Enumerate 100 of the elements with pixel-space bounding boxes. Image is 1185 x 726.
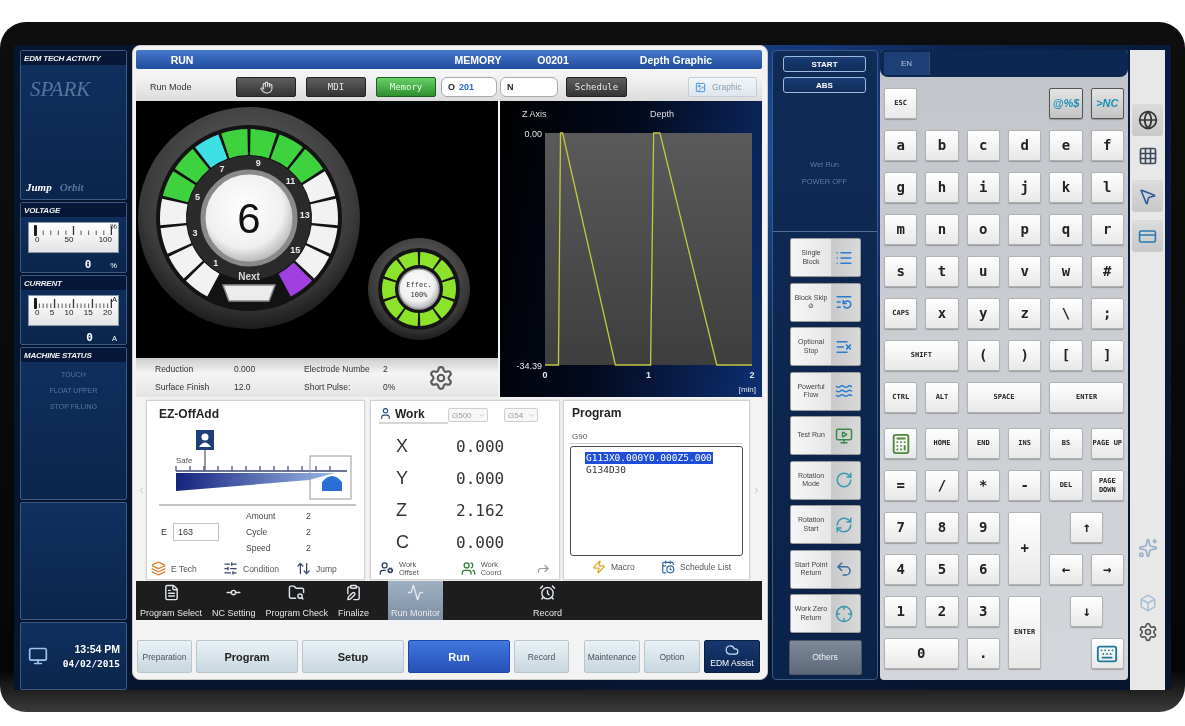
keyboard-toggle-key[interactable]	[1090, 638, 1124, 669]
action-button[interactable]: Schedule List	[661, 556, 732, 577]
action-button[interactable]: Macro	[592, 556, 657, 577]
keyboard-key[interactable]: )	[1008, 340, 1042, 371]
keyboard-key[interactable]: 1	[884, 596, 918, 627]
gauge-number: 9	[255, 158, 261, 169]
toggle-button[interactable]: ABS	[783, 77, 866, 93]
keyboard-key[interactable]: l	[1090, 172, 1124, 203]
keyboard-key[interactable]: =	[884, 470, 918, 501]
action-button[interactable]: Jump	[296, 558, 337, 579]
function-button[interactable]: Record	[530, 581, 565, 620]
utility-tab[interactable]: Maintenance	[584, 640, 640, 673]
mode-button[interactable]: MDI	[306, 77, 366, 97]
keyboard-key[interactable]: u	[966, 256, 1000, 287]
keyboard-key[interactable]: ]	[1090, 340, 1124, 371]
keyboard-key[interactable]: c	[966, 130, 1000, 161]
keyboard-key[interactable]: +	[1008, 512, 1042, 585]
program-number-field[interactable]: O 201	[441, 77, 497, 97]
keyboard-key[interactable]: 5	[925, 554, 959, 585]
keyboard-key[interactable]: m	[884, 214, 918, 245]
keyboard-key[interactable]: d	[1008, 130, 1042, 161]
panel-title: VOLTAGE	[21, 203, 126, 217]
keyboard-key[interactable]: *	[966, 470, 1000, 501]
keyboard-key[interactable]: q	[1049, 214, 1083, 245]
arrow-key[interactable]: ←	[1049, 554, 1083, 585]
mode-tab[interactable]: Record	[514, 640, 569, 673]
sequence-number-field[interactable]: N	[500, 77, 558, 97]
keyboard-key[interactable]: [	[1049, 340, 1083, 371]
arrow-key[interactable]: ↓	[1070, 596, 1104, 627]
keyboard-key[interactable]: j	[1008, 172, 1042, 203]
keyboard-key[interactable]: 6	[966, 554, 1000, 585]
keyboard-key[interactable]: n	[925, 214, 959, 245]
function-button[interactable]: Finalize	[335, 581, 373, 620]
schedule-button[interactable]: Schedule	[566, 77, 627, 97]
keyboard-key[interactable]: (	[966, 340, 1000, 371]
function-button[interactable]: Program Select	[137, 581, 206, 620]
arrow-key[interactable]: ↑	[1070, 512, 1104, 543]
keyboard-key[interactable]: -	[1008, 470, 1042, 501]
keyboard-key[interactable]: k	[1049, 172, 1083, 203]
keyboard-key[interactable]: y	[966, 298, 1000, 329]
settings-icon[interactable]	[428, 365, 454, 391]
function-button[interactable]: NC Setting	[209, 581, 259, 620]
scale-label: 10	[64, 309, 74, 317]
keyboard-key[interactable]: v	[1008, 256, 1042, 287]
keyboard-key[interactable]: s	[884, 256, 918, 287]
keyboard-key[interactable]: 7	[884, 512, 918, 543]
keyboard-key[interactable]: #	[1090, 256, 1124, 287]
arrow-key[interactable]: →	[1090, 554, 1124, 585]
meter-reading: 0	[86, 331, 93, 344]
mode-tab[interactable]: Setup	[302, 640, 404, 673]
card-icon[interactable]	[1132, 220, 1163, 252]
gauge-number: 11	[285, 175, 296, 186]
keyboard-key[interactable]: g	[884, 172, 918, 203]
keyboard-key[interactable]: b	[925, 130, 959, 161]
keyboard-key[interactable]: x	[925, 298, 959, 329]
info-value: 0%	[383, 382, 397, 392]
keyboard-key[interactable]: i	[966, 172, 1000, 203]
others-button[interactable]: Others	[788, 639, 862, 675]
utility-tab[interactable]: Option	[644, 640, 700, 673]
keyboard-key[interactable]: f	[1090, 130, 1124, 161]
program-line[interactable]: G134D30	[585, 464, 628, 476]
mode-tab[interactable]: Run	[408, 640, 510, 673]
caret-icon	[528, 411, 535, 419]
toggle-button[interactable]: START	[783, 56, 866, 72]
settings-icon[interactable]	[1137, 622, 1158, 642]
assist-button[interactable]: EDM Assist	[704, 640, 760, 673]
keyboard-key[interactable]: 9	[966, 512, 1000, 543]
keyboard-key[interactable]: a	[884, 130, 918, 161]
keyboard-key[interactable]: o	[966, 214, 1000, 245]
language-tab[interactable]: EN	[884, 52, 930, 75]
keyboard-key[interactable]: e	[1049, 130, 1083, 161]
keyboard-key[interactable]: 4	[884, 554, 918, 585]
keyboard-key[interactable]: 8	[925, 512, 959, 543]
keyboard-key[interactable]: ;	[1090, 298, 1124, 329]
mode-indicator: Jump	[26, 181, 52, 193]
e-value-field[interactable]: 163	[173, 523, 219, 541]
mode-tab[interactable]: Program	[196, 640, 298, 673]
keyboard-key[interactable]: 0	[884, 638, 959, 669]
keyboard-key[interactable]: 2	[925, 596, 959, 627]
globe-icon[interactable]	[1132, 104, 1163, 136]
keyboard-key[interactable]: .	[966, 638, 1000, 669]
keyboard-key[interactable]: /	[925, 470, 959, 501]
calculator-key[interactable]	[884, 428, 918, 459]
keyboard-key[interactable]: w	[1049, 256, 1083, 287]
mode-button[interactable]	[236, 77, 296, 97]
mode-tab[interactable]: Preparation	[137, 640, 192, 673]
people-icon	[460, 561, 476, 576]
pointer-icon[interactable]	[1132, 180, 1163, 212]
keyboard-key[interactable]: \	[1049, 298, 1083, 329]
keyboard-key[interactable]: r	[1090, 214, 1124, 245]
grid-icon[interactable]	[1137, 146, 1158, 166]
function-button[interactable]: Program Check	[262, 581, 332, 620]
keyboard-key[interactable]: p	[1008, 214, 1042, 245]
keyboard-key[interactable]: t	[925, 256, 959, 287]
action-button[interactable]: Condition	[223, 558, 292, 579]
action-button[interactable]: E Tech	[151, 558, 219, 579]
param-value: 2	[306, 527, 312, 537]
keyboard-key[interactable]: 3	[966, 596, 1000, 627]
keyboard-key[interactable]: h	[925, 172, 959, 203]
keyboard-key[interactable]: z	[1008, 298, 1042, 329]
